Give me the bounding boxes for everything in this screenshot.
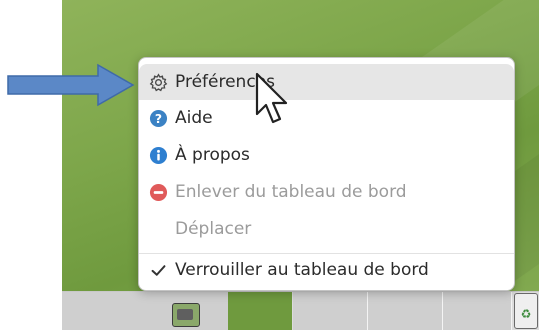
menu-item-remove-from-panel: Enlever du tableau de bord [139,174,514,210]
menu-item-label: À propos [175,145,250,165]
remove-icon [148,182,168,202]
folder-icon[interactable] [172,303,200,327]
menu-item-label: Déplacer [175,219,252,239]
menu-item-label: Verrouiller au tableau de bord [175,260,429,280]
help-icon: ? [148,108,168,128]
pointer-arrow-icon [7,63,135,107]
mouse-cursor-icon [255,72,288,124]
menu-item-label: Aide [175,108,213,128]
trash-icon[interactable]: ♻ [514,293,538,329]
taskbar [62,291,539,330]
check-icon [148,260,168,280]
menu-item-about[interactable]: À propos [139,137,514,173]
gear-icon [148,72,168,92]
menu-item-preferences[interactable]: Préférences [139,64,514,100]
menu-item-help[interactable]: ? Aide [139,100,514,136]
taskbar-active-slot[interactable] [228,292,292,330]
menu-item-move: Déplacer [139,211,514,247]
menu-item-label: Enlever du tableau de bord [175,182,407,202]
svg-text:?: ? [154,111,161,125]
info-icon [148,145,168,165]
context-menu: Préférences ? Aide À propos Enlever du t… [138,57,515,291]
menu-item-lock-to-panel[interactable]: Verrouiller au tableau de bord [139,252,514,288]
